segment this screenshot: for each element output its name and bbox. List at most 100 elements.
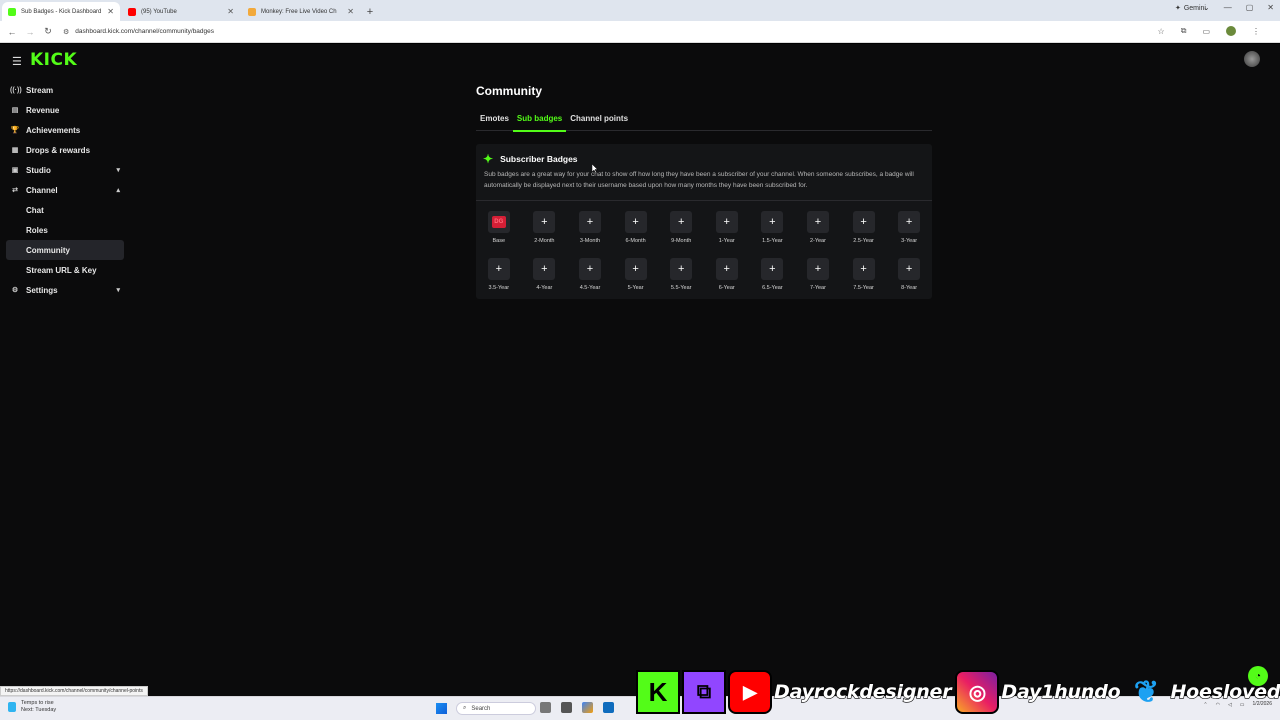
add-badge-button[interactable]: + [670,258,693,280]
plus-icon: + [586,263,594,275]
add-badge-button[interactable]: + [852,211,875,233]
app-icon[interactable] [561,702,572,713]
new-tab-button[interactable]: + [360,2,380,21]
weather-widget[interactable]: Temps to rise Next: Tuesday [8,700,56,714]
chevron-down-icon[interactable]: ⌄ [1203,3,1210,12]
add-badge-button[interactable]: + [898,258,921,280]
add-badge-button[interactable]: + [487,258,510,280]
sidebar-item-community[interactable]: Community [6,240,124,260]
twitter-bird-icon: ❦ [1133,675,1160,709]
weather-line-1: Temps to rise [21,700,54,706]
reload-button[interactable]: ↻ [39,26,57,37]
card-header: ✦ Subscriber Badges Sub badges are a gre… [476,144,932,201]
add-badge-button[interactable]: + [715,211,738,233]
sidebar-item-achievements[interactable]: 🏆 Achievements [6,120,124,140]
tab-sub-badges[interactable]: Sub badges [512,114,567,132]
badge-label: 2.5-Year [853,238,874,244]
instagram-icon: ◎ [955,670,1000,714]
add-badge-button[interactable]: + [578,211,601,233]
badge-slot: +1.5-Year [750,211,796,244]
plus-icon: + [586,216,594,228]
minimize-button[interactable]: — [1224,3,1232,12]
badge-slot: +5-Year [613,258,659,291]
badge-slot: +1-Year [704,211,750,244]
badge-slot: +3-Month [567,211,613,244]
badge-label: 6-Month [625,238,646,244]
add-badge-button[interactable]: + [533,258,556,280]
badge-label: 7-Year [809,285,826,291]
tab-emotes[interactable]: Emotes [476,114,513,131]
twitter-social: ❦ Hoesloveday1 [1124,670,1280,714]
add-badge-button[interactable]: + [761,211,784,233]
chevron-icon[interactable]: ▴ [116,186,120,194]
twitch-icon: ⧉ [682,670,726,714]
browser-tab[interactable]: Sub Badges - Kick Dashboard ✕ [2,2,120,21]
browser-tab[interactable]: (95) YouTube ✕ [122,2,240,21]
tab-title: Sub Badges - Kick Dashboard [21,8,102,15]
sidebar-item-roles[interactable]: Roles [6,220,124,240]
sidebar-item-label: Settings [26,285,58,295]
close-tab-icon[interactable]: ✕ [227,7,234,16]
badge-slot: +8-Year [886,258,932,291]
badge-slot: +2-Year [795,211,841,244]
badge-label: 4.5-Year [579,285,601,291]
windows-start-icon[interactable] [436,703,447,714]
maximize-button[interactable]: ▢ [1246,3,1254,12]
forward-button[interactable]: → [21,27,39,37]
add-badge-button[interactable]: + [898,211,921,233]
back-button[interactable]: ← [3,27,21,37]
add-badge-button[interactable]: + [624,211,647,233]
twitch-social: ⧉ [682,670,726,714]
chevron-icon[interactable]: ▾ [116,286,120,294]
base-badge-button[interactable]: DG [487,211,510,233]
add-badge-button[interactable]: + [670,211,693,233]
sidebar-item-revenue[interactable]: ▤ Revenue [6,100,124,120]
badge-slot: +4-Year [522,258,568,291]
add-badge-button[interactable]: + [806,211,829,233]
sidebar-item-settings[interactable]: ⚙ Settings ▾ [6,280,124,300]
plus-icon: + [677,216,685,228]
window-controls: ⌄ — ▢ ✕ [1203,3,1274,12]
taskbar-search[interactable]: ⌕ Search [456,702,536,715]
badge-label: 3.5-Year [488,285,510,291]
browser-tab[interactable]: Monkey: Free Live Video Ch ✕ [242,2,360,21]
profile-avatar[interactable] [1226,26,1236,36]
badge-label: 4-Year [536,285,553,291]
badge-label: 2-Year [809,238,826,244]
badge-label: 7.5-Year [853,285,874,291]
user-avatar[interactable] [1244,51,1260,67]
url-text: dashboard.kick.com/channel/community/bad… [75,28,215,35]
add-badge-button[interactable]: + [715,258,738,280]
url-field[interactable]: ⚙ dashboard.kick.com/channel/community/b… [63,28,214,36]
add-badge-button[interactable]: + [852,258,875,280]
bookmark-star-icon[interactable]: ☆ [1158,27,1165,36]
sidebar-item-studio[interactable]: ▣ Studio ▾ [6,160,124,180]
add-badge-button[interactable]: + [806,258,829,280]
chevron-icon[interactable]: ▾ [116,166,120,174]
add-badge-button[interactable]: + [624,258,647,280]
kick-logo[interactable]: KICK [30,50,77,70]
sidebar-item-chat[interactable]: Chat [6,200,124,220]
close-tab-icon[interactable]: ✕ [107,7,114,16]
add-badge-button[interactable]: + [533,211,556,233]
sidebar-item-stream-url-key[interactable]: Stream URL & Key [6,260,124,280]
add-badge-button[interactable]: + [578,258,601,280]
tab-channel-points[interactable]: Channel points [566,114,632,131]
sidebar-item-channel[interactable]: ⇄ Channel ▴ [6,180,124,200]
close-tab-icon[interactable]: ✕ [347,7,354,16]
gemini-button[interactable]: ✦ Gemini [1175,4,1206,13]
site-info-icon[interactable]: ⚙ [63,28,69,36]
sidepanel-icon[interactable]: ▭ [1202,27,1210,36]
close-window-button[interactable]: ✕ [1267,3,1274,12]
add-badge-button[interactable]: + [761,258,784,280]
badge-slot: +3.5-Year [476,258,522,291]
card-title: Subscriber Badges [500,154,578,164]
menu-dots-icon[interactable]: ⋮ [1252,27,1260,36]
hamburger-menu-icon[interactable]: ☰ [12,55,22,68]
sidebar-item-stream[interactable]: ((·)) Stream [6,80,124,100]
outlook-icon[interactable] [603,702,614,713]
copilot-icon[interactable] [582,702,593,713]
file-explorer-icon[interactable] [540,702,551,713]
sidebar-item-drops-rewards[interactable]: ▦ Drops & rewards [6,140,124,160]
extensions-icon[interactable]: ⧉ [1181,26,1187,36]
